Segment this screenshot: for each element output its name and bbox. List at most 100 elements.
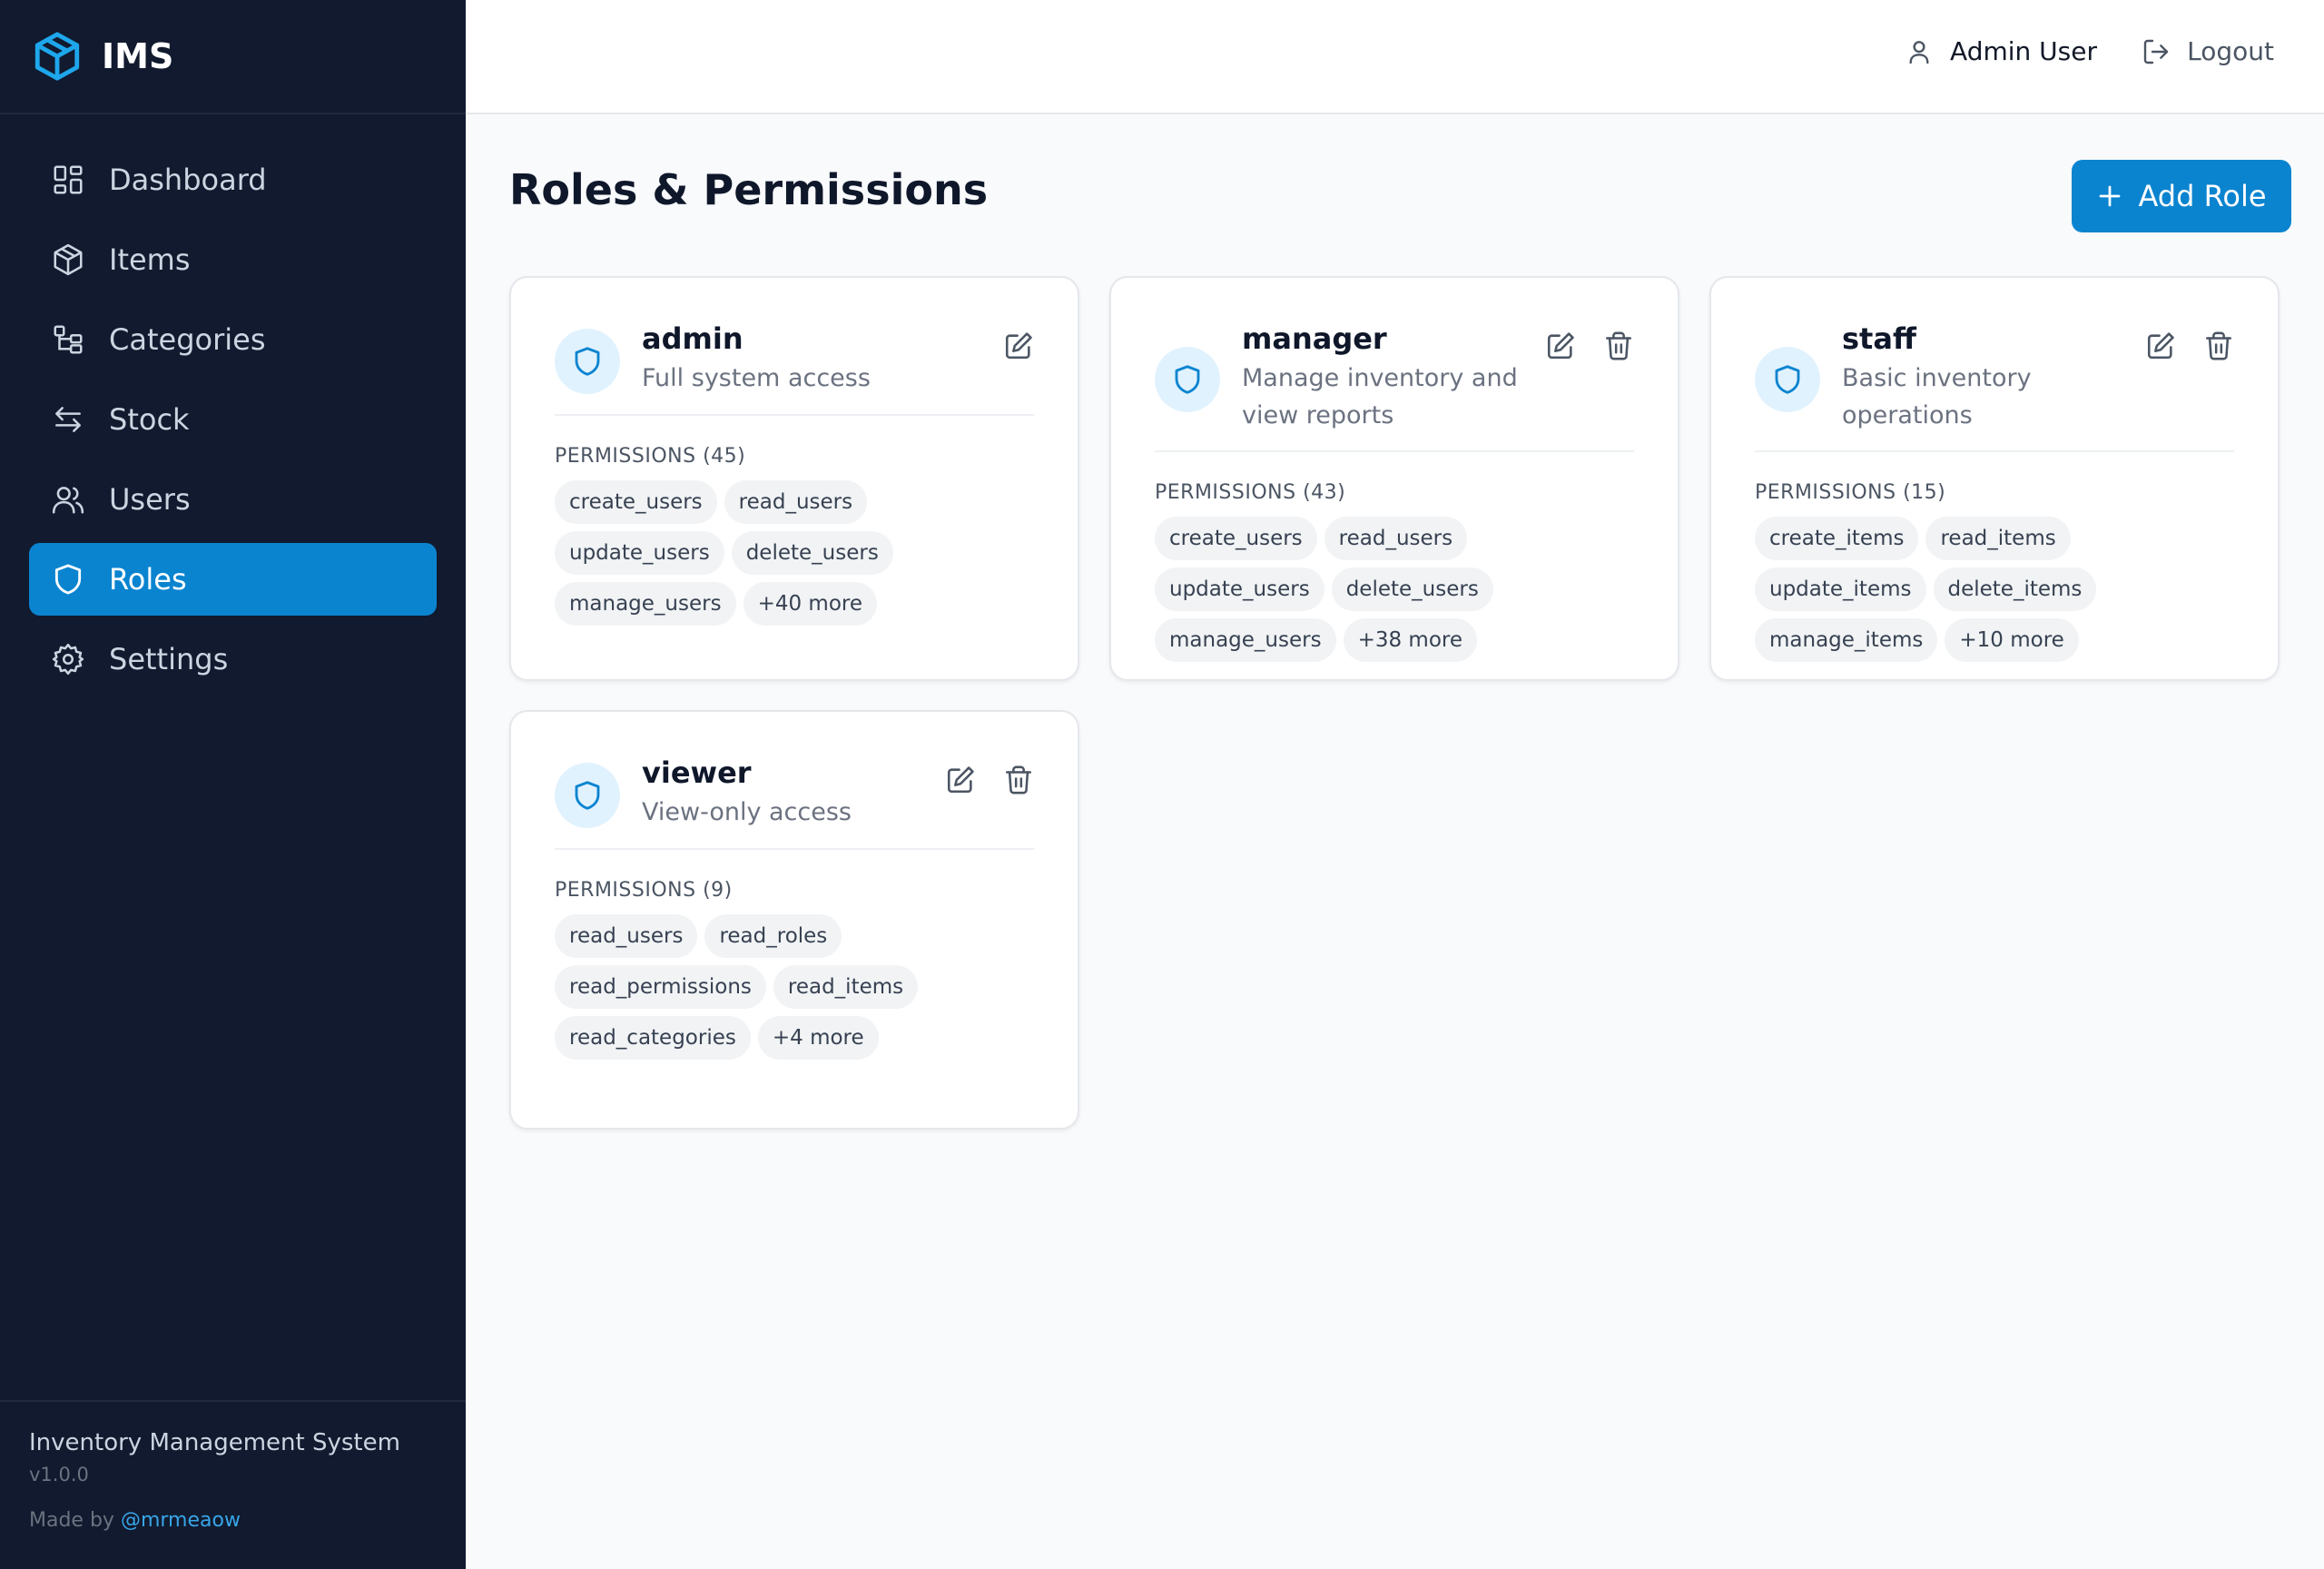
role-card-manager: manager Manage inventory and view report… [1109, 276, 1679, 681]
more-permissions-chip[interactable]: +10 more [1945, 618, 2079, 662]
gear-icon [51, 642, 85, 676]
permission-chips: read_users read_roles read_permissions r… [555, 914, 1034, 1103]
role-card-header: admin Full system access [555, 278, 1034, 416]
more-permissions-chip[interactable]: +38 more [1343, 618, 1478, 662]
permission-chip: update_users [555, 531, 724, 575]
permission-chip: read_users [724, 480, 868, 524]
permissions-count: PERMISSIONS (15) [1755, 481, 1946, 504]
permissions-count: PERMISSIONS (43) [1155, 481, 1346, 504]
permission-chip: manage_items [1755, 618, 1938, 662]
categories-icon [51, 322, 85, 357]
sidebar-item-roles[interactable]: Roles [29, 543, 437, 616]
dashboard-icon [51, 163, 85, 197]
role-card-admin: admin Full system access PERMISSIONS (45… [509, 276, 1079, 681]
add-role-button[interactable]: Add Role [2072, 160, 2291, 232]
sidebar-item-categories[interactable]: Categories [29, 303, 437, 376]
trash-icon[interactable] [1603, 331, 1634, 361]
logout-button[interactable]: Logout [2142, 36, 2274, 66]
permission-chip: manage_users [1155, 618, 1336, 662]
role-text: staff Basic inventory operations [1842, 320, 2125, 434]
role-actions [918, 765, 1034, 795]
cube-logo-icon [31, 30, 84, 83]
role-actions [976, 331, 1034, 361]
sidebar-item-label: Dashboard [109, 163, 267, 197]
permissions-count: PERMISSIONS (45) [555, 445, 746, 468]
sidebar-footer: Inventory Management System v1.0.0 Made … [0, 1400, 466, 1569]
role-description: Manage inventory and view reports [1242, 364, 1518, 429]
brand-name: IMS [102, 36, 174, 76]
shield-icon [51, 562, 85, 597]
role-actions [2118, 331, 2234, 361]
permission-chip: delete_users [731, 531, 893, 575]
role-permissions: PERMISSIONS (9) read_users read_roles re… [555, 850, 1034, 1103]
role-card-viewer: viewer View-only access PERMISSIONS (9) … [509, 710, 1079, 1130]
edit-icon[interactable] [2145, 331, 2176, 361]
footer-version: v1.0.0 [29, 1464, 89, 1485]
permission-chip: create_users [1155, 517, 1317, 560]
sidebar-item-label: Settings [109, 642, 229, 676]
role-card-header: viewer View-only access [555, 712, 1034, 850]
edit-icon[interactable] [1003, 331, 1034, 361]
sidebar-item-label: Categories [109, 322, 266, 357]
page-title: Roles & Permissions [509, 165, 989, 214]
permission-chip: read_roles [704, 914, 842, 958]
trash-icon[interactable] [2203, 331, 2234, 361]
permissions-count: PERMISSIONS (9) [555, 879, 733, 902]
role-permissions: PERMISSIONS (43) create_users read_users… [1155, 452, 1634, 706]
permission-chips: create_users read_users update_users del… [555, 480, 1034, 669]
role-name: viewer [642, 755, 752, 790]
box-icon [51, 242, 85, 277]
logout-label: Logout [2187, 36, 2274, 66]
permission-chip: create_users [555, 480, 717, 524]
role-description: View-only access [642, 798, 852, 826]
permission-chip: delete_items [1933, 567, 2097, 611]
role-permissions: PERMISSIONS (45) create_users read_users… [555, 416, 1034, 669]
role-description: Basic inventory operations [1842, 364, 2032, 429]
role-shield-icon [1155, 347, 1220, 412]
role-name: manager [1242, 321, 1387, 356]
edit-icon[interactable] [1545, 331, 1576, 361]
role-text: viewer View-only access [642, 754, 925, 831]
permission-chips: create_items read_items update_items del… [1755, 517, 2234, 706]
footer-made-by: Made by @mrmeaow [29, 1509, 437, 1532]
role-text: admin Full system access [642, 320, 925, 397]
role-card-header: staff Basic inventory operations [1755, 278, 2234, 452]
role-permissions: PERMISSIONS (15) create_items read_items… [1755, 452, 2234, 706]
role-text: manager Manage inventory and view report… [1242, 320, 1525, 434]
sidebar-item-label: Roles [109, 562, 187, 597]
sidebar-item-dashboard[interactable]: Dashboard [29, 143, 437, 216]
sidebar-item-stock[interactable]: Stock [29, 383, 437, 456]
role-card-header: manager Manage inventory and view report… [1155, 278, 1634, 452]
role-name: admin [642, 321, 743, 356]
arrows-icon [51, 402, 85, 437]
sidebar-item-users[interactable]: Users [29, 463, 437, 536]
role-card-staff: staff Basic inventory operations PERMISS… [1709, 276, 2280, 681]
user-icon [1905, 37, 1934, 66]
plus-icon [2096, 183, 2123, 210]
permission-chip: update_items [1755, 567, 1926, 611]
brand[interactable]: IMS [0, 0, 466, 114]
made-by-prefix: Made by [29, 1509, 114, 1532]
permission-chip: read_categories [555, 1016, 751, 1060]
users-icon [51, 482, 85, 517]
sidebar-item-items[interactable]: Items [29, 223, 437, 296]
permission-chip: read_users [1324, 517, 1468, 560]
permission-chip: read_items [1925, 517, 2071, 560]
trash-icon[interactable] [1003, 765, 1034, 795]
more-permissions-chip[interactable]: +40 more [743, 582, 878, 626]
sidebar-nav: Dashboard Items Categories Stock Users R… [0, 114, 466, 696]
user-name: Admin User [1950, 36, 2097, 66]
role-shield-icon [555, 763, 620, 828]
permission-chip: read_permissions [555, 965, 766, 1009]
add-role-label: Add Role [2138, 179, 2267, 213]
current-user: Admin User [1905, 36, 2097, 66]
topbar: Admin User Logout [466, 0, 2324, 114]
role-actions [1518, 331, 1634, 361]
edit-icon[interactable] [945, 765, 976, 795]
permission-chip: delete_users [1331, 567, 1493, 611]
sidebar-item-settings[interactable]: Settings [29, 623, 437, 696]
author-link[interactable]: @mrmeaow [121, 1509, 241, 1532]
role-description: Full system access [642, 364, 871, 392]
more-permissions-chip[interactable]: +4 more [757, 1016, 879, 1060]
role-shield-icon [1755, 347, 1820, 412]
